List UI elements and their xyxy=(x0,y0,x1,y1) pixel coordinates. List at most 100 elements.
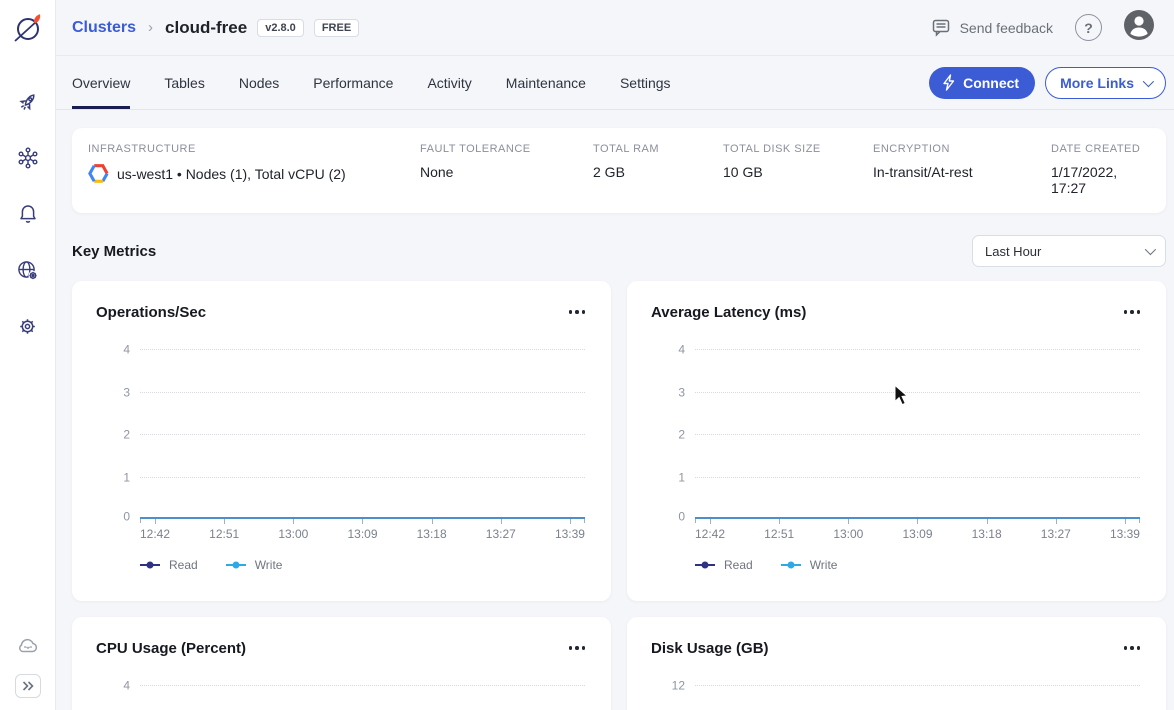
chart-card-cpu: CPU Usage (Percent) 4 xyxy=(72,617,611,710)
info-fault-tolerance: FAULT TOLERANCE None xyxy=(420,143,593,196)
bell-icon xyxy=(16,202,40,226)
tabs-bar: Overview Tables Nodes Performance Activi… xyxy=(56,56,1174,110)
y-tick: 4 xyxy=(651,343,685,357)
chart-menu-button[interactable] xyxy=(1122,306,1143,318)
x-tick: 13:09 xyxy=(347,519,377,541)
chart-card-operations: Operations/Sec 4 3 2 1 0 12:42 12:51 13:… xyxy=(72,281,611,601)
legend-read[interactable]: Read xyxy=(695,558,753,572)
legend-label: Write xyxy=(255,558,283,572)
tab-performance[interactable]: Performance xyxy=(313,56,393,109)
key-metrics-title: Key Metrics xyxy=(72,243,156,260)
info-label: INFRASTRUCTURE xyxy=(88,143,420,155)
connect-button[interactable]: Connect xyxy=(929,67,1035,99)
sidebar-item-connections[interactable] xyxy=(0,130,55,186)
chart-title: Average Latency (ms) xyxy=(651,304,806,321)
question-mark-icon: ? xyxy=(1084,20,1093,36)
info-label: ENCRYPTION xyxy=(873,143,1051,155)
time-range-select[interactable]: Last Hour xyxy=(972,235,1166,267)
info-value: 10 GB xyxy=(723,164,873,180)
x-tick: 12:51 xyxy=(209,519,239,541)
legend-label: Write xyxy=(810,558,838,572)
help-button[interactable]: ? xyxy=(1075,14,1102,41)
legend-write[interactable]: Write xyxy=(781,558,838,572)
connect-button-label: Connect xyxy=(963,75,1019,91)
sidebar-expand-button[interactable] xyxy=(15,674,41,698)
gear-icon xyxy=(15,314,40,339)
y-tick: 4 xyxy=(96,679,130,693)
chart-legend: Read Write xyxy=(140,558,587,572)
info-label: DATE CREATED xyxy=(1051,143,1150,155)
cockroach-planet-logo[interactable] xyxy=(0,0,55,56)
info-total-disk-size: TOTAL DISK SIZE 10 GB xyxy=(723,143,873,196)
feedback-bubble-icon xyxy=(932,19,952,37)
x-tick: 12:42 xyxy=(695,519,725,541)
info-value: us-west1 • Nodes (1), Total vCPU (2) xyxy=(88,164,420,183)
network-hub-icon xyxy=(16,146,40,170)
tab-nodes[interactable]: Nodes xyxy=(239,56,279,109)
x-tick: 13:18 xyxy=(972,519,1002,541)
tab-overview[interactable]: Overview xyxy=(72,56,130,109)
legend-write[interactable]: Write xyxy=(226,558,283,572)
infrastructure-value: us-west1 • Nodes (1), Total vCPU (2) xyxy=(117,166,346,182)
tab-maintenance[interactable]: Maintenance xyxy=(506,56,586,109)
y-tick: 0 xyxy=(651,510,685,524)
y-tick: 1 xyxy=(96,470,130,484)
sidebar-item-network-settings[interactable] xyxy=(0,242,55,298)
x-axis: 12:42 12:51 13:00 13:09 13:18 13:27 13:3… xyxy=(695,519,1140,541)
chart-menu-button[interactable] xyxy=(1122,642,1143,654)
info-date-created: DATE CREATED 1/17/2022, 17:27 xyxy=(1051,143,1150,196)
cluster-info-bar: INFRASTRUCTURE us-west1 • Nodes (1), Tot… xyxy=(72,128,1166,213)
sidebar-item-settings[interactable] xyxy=(0,298,55,354)
lightning-bolt-icon xyxy=(941,74,956,91)
chevron-down-icon xyxy=(1143,75,1154,86)
version-badge: v2.8.0 xyxy=(257,19,304,37)
breadcrumb-clusters-link[interactable]: Clusters xyxy=(72,19,136,37)
user-avatar-icon xyxy=(1124,10,1154,40)
cloud-icon xyxy=(15,633,41,659)
info-total-ram: TOTAL RAM 2 GB xyxy=(593,143,723,196)
sidebar-item-cloud-status[interactable] xyxy=(0,618,55,674)
chart-menu-button[interactable] xyxy=(567,642,588,654)
send-feedback-button[interactable]: Send feedback xyxy=(932,19,1053,37)
globe-gear-icon xyxy=(15,258,40,283)
y-tick: 1 xyxy=(651,470,685,484)
tab-activity[interactable]: Activity xyxy=(427,56,471,109)
x-tick: 13:18 xyxy=(417,519,447,541)
sidebar xyxy=(0,0,56,710)
avatar[interactable] xyxy=(1124,10,1154,45)
chart-menu-button[interactable] xyxy=(567,306,588,318)
x-tick: 13:00 xyxy=(833,519,863,541)
x-axis: 12:42 12:51 13:00 13:09 13:18 13:27 13:3… xyxy=(140,519,585,541)
sidebar-item-clusters[interactable] xyxy=(0,74,55,130)
expand-chevrons-icon xyxy=(21,680,35,692)
chart-plot-area: 12 xyxy=(695,685,1140,710)
chart-plot-area: 4 xyxy=(140,685,585,710)
legend-read[interactable]: Read xyxy=(140,558,198,572)
chart-plot-area: 4 3 2 1 0 xyxy=(140,349,585,519)
x-tick: 13:27 xyxy=(486,519,516,541)
chart-card-disk: Disk Usage (GB) 12 xyxy=(627,617,1166,710)
chart-plot-area: 4 3 2 1 0 xyxy=(695,349,1140,519)
chevron-down-icon xyxy=(1145,244,1156,255)
more-links-button[interactable]: More Links xyxy=(1045,67,1166,99)
send-feedback-label: Send feedback xyxy=(960,20,1053,36)
y-tick: 3 xyxy=(96,385,130,399)
x-tick: 13:39 xyxy=(1110,519,1140,541)
x-tick: 13:09 xyxy=(902,519,932,541)
time-range-value: Last Hour xyxy=(985,244,1041,259)
tab-tables[interactable]: Tables xyxy=(164,56,204,109)
rocket-icon xyxy=(16,90,40,114)
x-tick: 13:00 xyxy=(278,519,308,541)
y-tick: 4 xyxy=(96,343,130,357)
tab-settings[interactable]: Settings xyxy=(620,56,671,109)
planet-logo-icon xyxy=(11,11,45,45)
page-title-cluster-name: cloud-free xyxy=(165,18,247,38)
read-series-marker-icon xyxy=(140,564,160,567)
chart-title: CPU Usage (Percent) xyxy=(96,640,246,657)
info-value: None xyxy=(420,164,593,180)
x-tick: 13:27 xyxy=(1041,519,1071,541)
sidebar-item-alerts[interactable] xyxy=(0,186,55,242)
topbar: Clusters › cloud-free v2.8.0 FREE Send f… xyxy=(56,0,1174,56)
info-value: 2 GB xyxy=(593,164,723,180)
y-tick: 0 xyxy=(96,510,130,524)
